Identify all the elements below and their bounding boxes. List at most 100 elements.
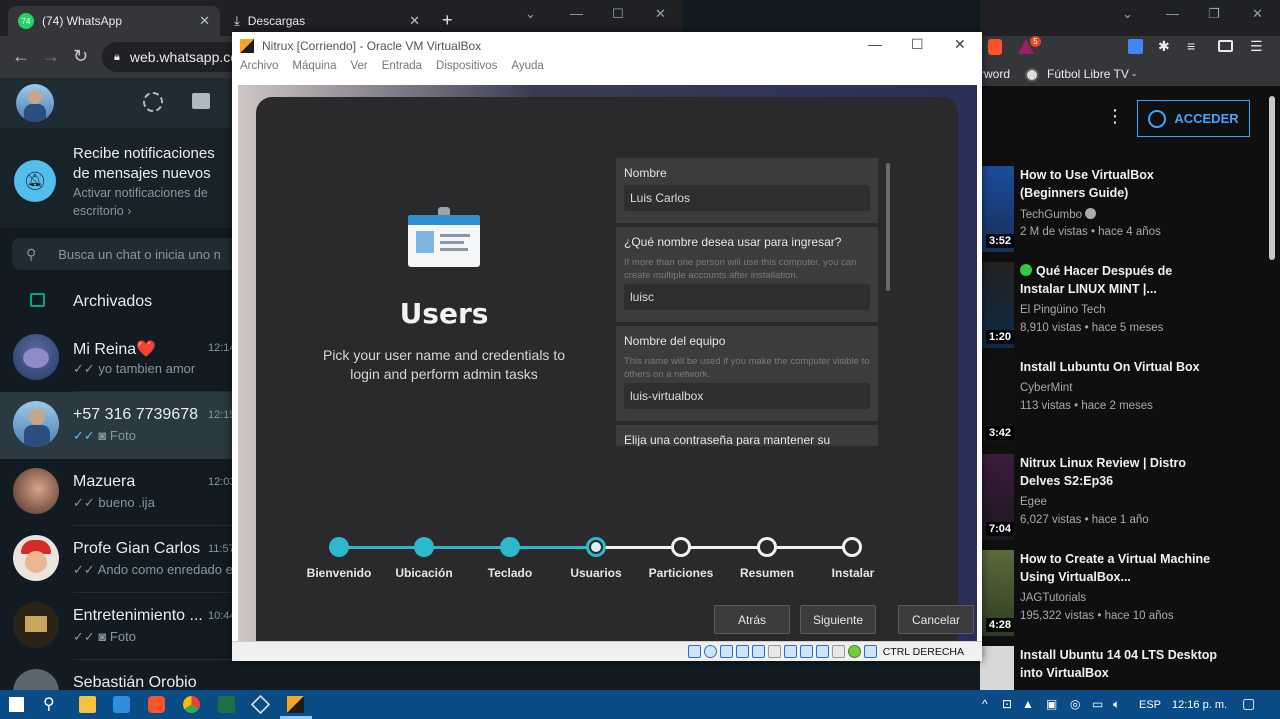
recording-icon[interactable] <box>799 645 813 658</box>
step-label: Instalar <box>831 566 875 580</box>
guest-additions-icon[interactable] <box>847 645 861 658</box>
close-tab-icon[interactable]: ✕ <box>409 13 420 29</box>
hostname-input[interactable]: luis-virtualbox <box>624 383 870 409</box>
minimize-icon[interactable]: — <box>868 36 882 52</box>
vscode-icon[interactable] <box>113 696 130 713</box>
translate-icon[interactable] <box>1128 39 1143 54</box>
new-tab-icon[interactable]: + <box>442 11 453 29</box>
optical-drive-icon[interactable] <box>703 645 717 658</box>
cancel-button[interactable]: Cancelar <box>898 605 974 634</box>
excel-icon[interactable] <box>218 696 235 713</box>
next-button[interactable]: Siguiente <box>800 605 876 634</box>
minimize-icon[interactable]: — <box>570 6 583 21</box>
username-input[interactable]: luisc <box>624 284 870 310</box>
show-hidden-icons-icon[interactable]: ^ <box>982 697 988 711</box>
cpu-icon[interactable] <box>815 645 829 658</box>
language-indicator[interactable]: ESP <box>1139 699 1161 711</box>
video-item[interactable]: 7:04 Nitrux Linux Review | Distro Delves… <box>980 454 1280 546</box>
search-placeholder: Busca un chat o inicia uno n <box>58 246 221 262</box>
bookmark-item[interactable]: Fútbol Libre TV - <box>1047 67 1136 81</box>
form-scrollbar[interactable] <box>886 163 890 291</box>
tab-search-icon[interactable]: ⌄ <box>525 6 536 22</box>
reading-list-icon[interactable]: ≡ <box>1187 38 1195 54</box>
tab-search-icon[interactable]: ⌄ <box>1122 6 1133 22</box>
clock[interactable]: 12:16 p. m. <box>1172 699 1227 711</box>
notification-subtitle[interactable]: Activar notificaciones de escritorio › <box>73 184 235 220</box>
network-icon[interactable] <box>735 645 749 658</box>
video-item[interactable]: 1:20 Qué Hacer Después de Instalar LINUX… <box>980 262 1280 354</box>
menu-dispositivos[interactable]: Dispositivos <box>436 60 497 80</box>
restore-icon[interactable]: ❐ <box>1208 6 1220 22</box>
video-item[interactable]: 4:28 How to Create a Virtual Machine Usi… <box>980 550 1280 642</box>
close-window-icon[interactable]: ✕ <box>954 36 966 53</box>
sign-in-button[interactable]: ACCEDER <box>1137 100 1250 137</box>
close-window-icon[interactable]: ✕ <box>1252 6 1263 22</box>
display-icon[interactable] <box>783 645 797 658</box>
status-icon[interactable] <box>143 92 163 112</box>
camera-icon: ◙ <box>98 629 107 644</box>
name-input[interactable]: Luis Carlos <box>624 185 870 211</box>
tab-whatsapp[interactable]: 74 (74) WhatsApp ✕ <box>8 6 220 36</box>
video-item[interactable]: Install Ubuntu 14 04 LTS Desktop into Vi… <box>980 646 1280 690</box>
extensions-icon[interactable]: ✱ <box>1158 38 1170 55</box>
video-meta: 6,027 vistas • hace 1 año <box>1020 514 1149 526</box>
video-item[interactable]: 3:52 How to Use VirtualBox (Beginners Gu… <box>980 166 1280 258</box>
virtualbox-vm-icon[interactable] <box>287 696 304 713</box>
menu-entrada[interactable]: Entrada <box>382 60 422 80</box>
reload-icon[interactable]: ↻ <box>73 46 88 66</box>
battery-icon[interactable]: ▭ <box>1092 697 1103 711</box>
forward-icon[interactable]: → <box>42 46 60 66</box>
double-check-icon: ✓✓ <box>73 495 95 510</box>
brave-icon[interactable] <box>148 696 165 713</box>
virtualbox-3d-icon[interactable] <box>250 694 271 715</box>
google-drive-icon[interactable]: ▲ <box>1022 697 1034 711</box>
wifi-icon[interactable]: ◎ <box>1070 697 1080 711</box>
windows-taskbar: ⚲ ^ ⊡ ▲ ▣ ◎ ▭ 🔈︎ ESP 12:16 p. m. ▢ <box>0 690 1280 719</box>
back-icon[interactable]: ← <box>12 46 30 66</box>
video-thumbnail: 1:20 <box>980 262 1014 348</box>
close-window-icon[interactable]: ✕ <box>655 6 666 22</box>
video-item[interactable]: 3:42 Install Lubuntu On Virtual Box Cybe… <box>980 358 1280 450</box>
youtube-panel: ⋮ ACCEDER 3:52 How to Use VirtualBox (Be… <box>980 86 1280 690</box>
bell-off-icon: 🔕︎ <box>14 160 56 202</box>
mouse-icon[interactable] <box>831 645 845 658</box>
chrome-icon[interactable] <box>183 696 200 713</box>
vm-screen[interactable]: Users Pick your user name and credential… <box>238 85 977 641</box>
audio-icon[interactable] <box>719 645 733 658</box>
close-tab-icon[interactable]: ✕ <box>199 13 210 29</box>
avatar[interactable] <box>16 84 54 122</box>
video-thumbnail: 4:28 <box>980 550 1014 636</box>
brave-shield-icon[interactable] <box>988 39 1002 55</box>
back-button[interactable]: Atrás <box>714 605 790 634</box>
windows-start-icon[interactable] <box>9 697 24 712</box>
progress-track-done <box>339 546 594 549</box>
page-description: Pick your user name and credentials to l… <box>322 347 565 382</box>
volume-icon[interactable]: 🔈︎ <box>1113 697 1120 712</box>
meet-now-icon[interactable]: ▣ <box>1046 697 1057 711</box>
new-chat-icon[interactable] <box>192 93 210 109</box>
search-icon[interactable]: ⚲ <box>43 694 60 713</box>
maximize-icon[interactable]: ☐ <box>911 36 924 53</box>
network-tray-icon[interactable]: ⊡ <box>1002 697 1012 711</box>
menu-maquina[interactable]: Máquina <box>292 60 336 80</box>
keyboard-capture-icon[interactable] <box>863 645 877 658</box>
menu-archivo[interactable]: Archivo <box>240 60 278 80</box>
menu-ayuda[interactable]: Ayuda <box>511 60 543 80</box>
chat-item[interactable]: Sebastián Orobio <box>0 660 683 690</box>
shared-folders-icon[interactable] <box>767 645 781 658</box>
file-explorer-icon[interactable] <box>79 696 96 713</box>
tab-label: Descargas <box>247 14 306 28</box>
video-duration: 3:42 <box>985 426 1014 440</box>
usb-icon[interactable] <box>751 645 765 658</box>
menu-icon[interactable]: ☰ <box>1250 38 1263 55</box>
more-options-icon[interactable]: ⋮ <box>1106 106 1124 127</box>
hard-disk-icon[interactable] <box>687 645 701 658</box>
video-meta: 113 vistas • hace 2 meses <box>1020 400 1153 412</box>
maximize-icon[interactable]: ☐ <box>612 6 624 22</box>
menu-ver[interactable]: Ver <box>350 60 367 80</box>
bookmark-item[interactable]: rword <box>980 67 1010 81</box>
minimize-icon[interactable]: — <box>1166 6 1179 21</box>
bookmarks-bar: rword Fútbol Libre TV - <box>980 64 1280 86</box>
tab-icon[interactable] <box>1218 40 1233 52</box>
action-center-icon[interactable]: ▢ <box>1242 695 1255 712</box>
